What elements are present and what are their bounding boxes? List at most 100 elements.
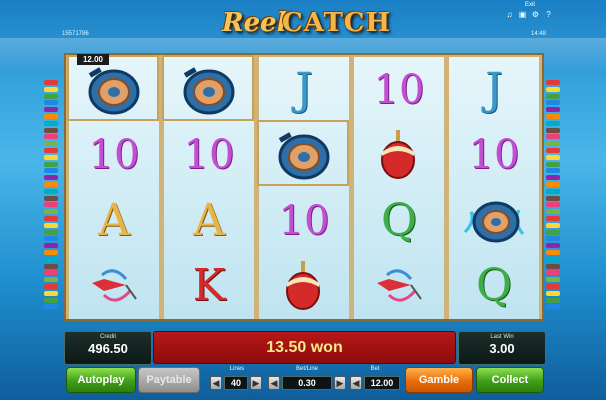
- bet-per-line-value: 0.30: [282, 376, 332, 390]
- payline-marker: [44, 202, 58, 208]
- payline-marker: [546, 215, 560, 221]
- payline-marker: [546, 270, 560, 276]
- settings-icon[interactable]: ⚙: [531, 11, 540, 19]
- payline-marker: [546, 147, 560, 153]
- header-icons: ♫ ▣ ⚙ ?: [505, 11, 553, 19]
- payline-marker: [44, 283, 58, 289]
- reel-symbol-cell: [259, 254, 349, 320]
- fishing-lure-icon: [377, 269, 422, 302]
- reel-5: J 10 Q: [449, 57, 539, 319]
- payline-markers-left: [44, 80, 58, 312]
- gamble-button[interactable]: Gamble: [405, 367, 473, 393]
- lines-decrease-button[interactable]: ◀: [210, 376, 222, 390]
- payline-marker: [44, 222, 58, 228]
- payline-marker: [546, 222, 560, 228]
- payline-marker: [546, 154, 560, 160]
- paytable-button[interactable]: Paytable: [138, 367, 200, 393]
- symbol-king: K: [192, 260, 226, 312]
- payline-marker: [44, 195, 58, 201]
- bet-per-line-decrease-button[interactable]: ◀: [268, 376, 280, 390]
- reel-symbol-cell: [354, 254, 444, 320]
- clock: 14:48: [531, 31, 547, 37]
- fishing-lure-icon: [92, 269, 137, 302]
- symbol-ten: 10: [468, 132, 520, 179]
- reel-symbol-cell: 10: [164, 123, 254, 189]
- payline-marker: [44, 270, 58, 276]
- music-icon[interactable]: ♫: [505, 11, 514, 19]
- payline-marker: [546, 229, 560, 235]
- win-highlight-box: [257, 120, 349, 186]
- reel-symbol-cell: 10: [354, 57, 444, 123]
- payline-marker: [546, 175, 560, 181]
- payline-marker: [44, 134, 58, 140]
- reel-symbol-cell: [449, 188, 539, 254]
- win-highlight-box: [162, 55, 254, 121]
- game-logo: Reel CATCH: [222, 6, 390, 44]
- payline-marker: [44, 229, 58, 235]
- payline-markers-right: [546, 80, 560, 312]
- payline-marker: [44, 100, 58, 106]
- payline-marker: [546, 209, 560, 215]
- payline-marker: [44, 243, 58, 249]
- payline-marker: [546, 195, 560, 201]
- payline-marker: [546, 120, 560, 126]
- payline-marker: [44, 249, 58, 255]
- lines-label: Lines: [229, 366, 245, 372]
- payline-marker: [44, 127, 58, 133]
- symbol-queen: Q: [380, 194, 418, 246]
- payline-marker: [546, 100, 560, 106]
- win-value-badge: 12.00: [77, 54, 109, 65]
- payline-marker: [546, 290, 560, 296]
- lines-increase-button[interactable]: ▶: [250, 376, 262, 390]
- reel-symbol-cell: 10: [449, 123, 539, 189]
- collect-button[interactable]: Collect: [476, 367, 544, 393]
- symbol-ace: A: [193, 194, 225, 246]
- payline-marker: [44, 297, 58, 303]
- reel-symbol-cell: [69, 254, 159, 320]
- payline-marker: [44, 215, 58, 221]
- fullscreen-icon[interactable]: ▣: [518, 11, 527, 19]
- payline-marker: [44, 86, 58, 92]
- payline-marker: [44, 93, 58, 99]
- bet-value: 12.00: [364, 376, 400, 390]
- payline-marker: [44, 161, 58, 167]
- reel-symbol-cell: J: [259, 57, 349, 123]
- symbol-ten: 10: [183, 132, 235, 179]
- payline-marker: [546, 263, 560, 269]
- symbol-jack: J: [485, 63, 503, 115]
- reel-symbol-cell: [354, 123, 444, 189]
- reel-symbol-cell: K: [164, 254, 254, 320]
- last-win-label: Last Win: [490, 334, 514, 340]
- payline-marker: [546, 202, 560, 208]
- symbol-jack: J: [295, 63, 313, 115]
- symbol-ten: 10: [88, 132, 140, 179]
- payline-marker: [546, 93, 560, 99]
- autoplay-button[interactable]: Autoplay: [66, 367, 136, 393]
- last-win-value: 3.00: [489, 341, 515, 356]
- fishing-bobber-icon: [381, 130, 415, 180]
- payline-marker: [44, 168, 58, 174]
- logo-word-catch: CATCH: [282, 8, 392, 38]
- payline-marker: [44, 120, 58, 126]
- payline-marker: [44, 147, 58, 153]
- win-message: 13.50 won: [153, 331, 456, 364]
- payline-marker: [546, 141, 560, 147]
- payline-marker: [546, 188, 560, 194]
- reel-symbol-cell: J: [449, 57, 539, 123]
- payline-marker: [546, 297, 560, 303]
- payline-marker: [546, 181, 560, 187]
- payline-marker: [546, 243, 560, 249]
- reel-symbol-cell: Q: [449, 254, 539, 320]
- credit-panel: Credit 496.50: [64, 331, 152, 365]
- payline-marker: [546, 107, 560, 113]
- help-icon[interactable]: ?: [544, 11, 553, 19]
- bet-decrease-button[interactable]: ◀: [350, 376, 362, 390]
- payline-marker: [546, 249, 560, 255]
- payline-marker: [44, 107, 58, 113]
- bet-per-line-increase-button[interactable]: ▶: [334, 376, 346, 390]
- exit-label[interactable]: Exit: [525, 2, 535, 8]
- payline-marker: [546, 113, 560, 119]
- payline-marker: [546, 283, 560, 289]
- payline-marker: [546, 277, 560, 283]
- logo-word-reel: Reel: [222, 8, 287, 38]
